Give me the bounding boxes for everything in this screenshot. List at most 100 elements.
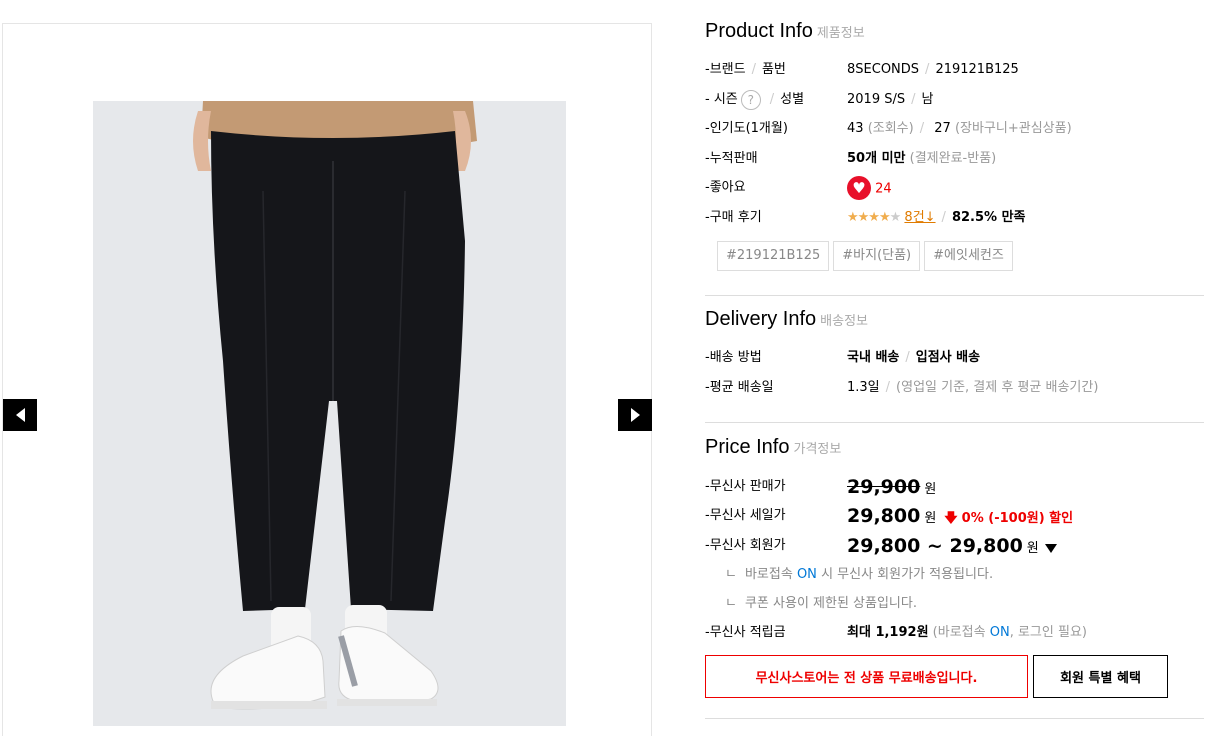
points-value: 최대 1,192원 (바로접속 ON, 로그인 필요) [847,622,1087,644]
won-unit: 원 [924,482,937,497]
stars-filled: ★★★★ [847,210,891,225]
delivery-method-value: 국내 배송 / 입점사 배송 [847,347,980,369]
tag-product-code[interactable]: #219121B125 [717,241,830,271]
sale-price-value: 29,800 원 🡇 0% (-100원) 할인 [847,503,1073,532]
season-row: - 시즌? / 성별 2019 S/S / 남 [705,89,1205,111]
product-photo [93,101,566,726]
separator: / [925,62,930,77]
free-shipping-button[interactable]: 무신사스토어는 전 상품 무료배송입니다. [705,655,1028,698]
brand-name[interactable]: 8SECONDS [847,62,919,77]
direct-access-on: ON [796,567,817,582]
corner-icon: ㄴ [725,567,737,582]
price-info-subtitle: 가격정보 [793,442,842,457]
product-photo-illustration [93,101,566,726]
view-count: 43 [847,121,864,136]
price-info-heading: Price Info [705,436,790,458]
reviews-row: -구매 후기 ★★★★★ 8건↓ / 82.5% 만족 [705,207,1205,229]
delivery-average-label: -평균 배송일 [705,380,774,395]
season-label-text: - 시즌 [705,92,738,107]
separator: / [911,92,916,107]
delivery-average-value: 1.3일 / (영업일 기준, 결제 후 평균 배송기간) [847,377,1098,399]
delivery-domestic: 국내 배송 [847,350,900,365]
chevron-left-icon [15,408,25,422]
wish-count: 27 [934,121,951,136]
separator: / [885,380,891,395]
product-info-subtitle: 제품정보 [816,26,865,41]
sale-price: 29,800 [847,505,921,527]
discount-text: 0% (-100원) 할인 [961,511,1074,526]
list-price: 29,900 [847,476,921,498]
brand-label: -브랜드 / 품번 [705,59,786,81]
product-info-heading: Product Info [705,20,813,42]
sales-count: 50개 미만 [847,151,906,166]
divider [705,422,1204,423]
delivery-method-row: -배송 방법 국내 배송 / 입점사 배송 [705,347,1205,369]
sales-label: -누적판매 [705,151,758,166]
next-image-button[interactable] [618,399,652,431]
divider [705,718,1204,719]
popularity-row: -인기도(1개월) 43 (조회수) / 27 (장바구니+관심상품) [705,118,1205,140]
gender-label: 성별 [780,92,805,107]
likes-label: -좋아요 [705,180,746,195]
member-benefit-button[interactable]: 회원 특별 혜택 [1033,655,1168,698]
help-icon[interactable]: ? [740,89,761,110]
stars-empty: ★ [889,210,902,225]
tag-brand[interactable]: #에잇세컨즈 [924,241,1013,271]
star-rating-icon: ★★★★★ [847,210,902,225]
sales-note: (결제완료-반품) [909,151,997,166]
separator: / [751,62,756,77]
brand-row: -브랜드 / 품번 8SECONDS / 219121B125 [705,59,1205,81]
delivery-info-title: Delivery Info 배송정보 [705,308,868,331]
wish-count-note: (장바구니+관심상품) [954,121,1072,136]
season-text: 2019 S/S [847,92,906,107]
price-info-title: Price Info 가격정보 [705,436,841,459]
gender-text: 남 [921,92,934,107]
member-price-note: ㄴ 바로접속 ON 시 무신사 회원가가 적용됩니다. [725,564,993,586]
corner-icon: ㄴ [725,596,737,611]
direct-access-text: 바로접속 [744,567,793,582]
delivery-average-row: -평균 배송일 1.3일 / (영업일 기준, 결제 후 평균 배송기간) [705,377,1205,399]
coupon-note-text: 쿠폰 사용이 제한된 상품입니다. [744,596,917,611]
season-label: - 시즌? / 성별 [705,89,804,111]
chevron-right-icon [630,408,640,422]
list-price-label: -무신사 판매가 [705,479,786,494]
member-price-note-text: 시 무신사 회원가가 적용됩니다. [821,567,994,582]
sale-price-row: -무신사 세일가 29,800 원 🡇 0% (-100원) 할인 [705,503,1205,529]
caret-down-icon[interactable] [1044,544,1057,553]
separator: / [769,92,775,107]
delivery-days: 1.3일 [847,380,880,395]
review-count-link[interactable]: 8건↓ [904,210,935,225]
won-unit: 원 [1026,541,1039,556]
list-price-row: -무신사 판매가 29,900 원 [705,474,1205,500]
product-code: 219121B125 [935,62,1019,77]
prev-image-button[interactable] [3,399,37,431]
product-code-label: 품번 [761,62,786,77]
delivery-info-heading: Delivery Info [705,308,817,330]
member-price-row: -무신사 회원가 29,800 ~ 29,800 원 [705,533,1205,559]
sale-price-label: -무신사 세일가 [705,508,786,523]
points-note-pre: (바로접속 [932,625,986,640]
product-info-title: Product Info 제품정보 [705,20,865,43]
member-price: 29,800 ~ 29,800 [847,535,1023,557]
won-unit: 원 [924,511,937,526]
season-value: 2019 S/S / 남 [847,89,933,111]
heart-icon[interactable]: ♥ [847,176,871,200]
member-price-value: 29,800 ~ 29,800 원 [847,533,1057,562]
points-note-on: ON [989,625,1010,640]
product-image-viewer [2,23,652,736]
list-price-value: 29,900 원 [847,474,936,503]
reviews-label: -구매 후기 [705,210,762,225]
popularity-label: -인기도(1개월) [705,121,788,136]
points-row: -무신사 적립금 최대 1,192원 (바로접속 ON, 로그인 필요) [705,622,1205,644]
view-count-note: (조회수) [867,121,914,136]
arrow-down-icon: 🡇 [944,511,958,526]
delivery-vendor: 입점사 배송 [915,350,981,365]
sales-value: 50개 미만 (결제완료-반품) [847,148,996,170]
brand-label-text: -브랜드 [705,62,746,77]
tag-category[interactable]: #바지(단품) [833,241,921,271]
points-label: -무신사 적립금 [705,625,786,640]
sales-row: -누적판매 50개 미만 (결제완료-반품) [705,148,1205,170]
separator: / [941,210,946,225]
likes-value: ♥ 24 [847,176,892,201]
like-count: 24 [875,181,892,197]
